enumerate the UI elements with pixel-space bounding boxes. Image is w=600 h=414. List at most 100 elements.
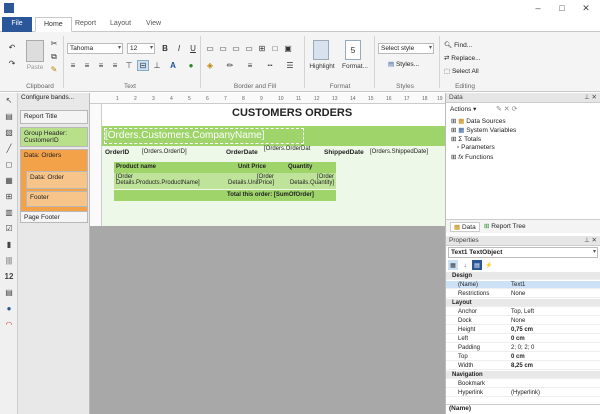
underline-button[interactable]: U <box>187 43 199 54</box>
justify-icon[interactable]: ≡ <box>109 60 121 71</box>
property-value[interactable]: 8,25 cm <box>511 362 597 370</box>
text-object-icon[interactable]: ▤ <box>3 111 15 123</box>
property-value[interactable]: None <box>511 317 597 325</box>
checkbox-icon[interactable]: ☑ <box>3 223 15 235</box>
barcode-icon[interactable]: ||| <box>3 255 15 267</box>
redo-icon[interactable]: ↷ <box>6 58 18 69</box>
valign-middle-icon[interactable]: ⊟ <box>137 60 149 71</box>
data-toolbar-icons[interactable]: ✎ ✕ ⟳ <box>496 105 518 113</box>
total-text[interactable]: Total this order: [SumOfOrder] <box>227 192 314 198</box>
property-category[interactable]: Design <box>446 272 600 280</box>
tab-layout[interactable]: Layout <box>102 17 139 32</box>
property-value[interactable]: Text1 <box>511 281 597 289</box>
cut-icon[interactable]: ✂ <box>48 38 60 49</box>
gauge-icon[interactable]: ◠ <box>3 319 15 331</box>
properties-icon[interactable]: ▤ <box>472 260 482 270</box>
col-quantity[interactable]: Quantity <box>288 164 312 170</box>
border-right-icon[interactable]: ▭ <box>243 43 255 54</box>
format-icon[interactable]: 5 <box>345 40 361 60</box>
unit-price-value[interactable]: [Order Details.UnitPrice] <box>224 174 274 186</box>
tree-parameters[interactable]: ▫ Parameters <box>457 144 495 151</box>
highlight-button[interactable]: Highlight <box>306 63 338 70</box>
align-center-icon[interactable]: ≡ <box>81 60 93 71</box>
replace-button[interactable]: ⇄ Replace... <box>444 54 481 62</box>
tab-file[interactable]: File <box>2 17 32 32</box>
styles-button[interactable]: ▤ Styles... <box>388 60 419 68</box>
orderdate-value[interactable]: [Orders.OrderDat <box>264 146 310 152</box>
property-row[interactable]: Bookmark <box>446 380 600 388</box>
valign-top-icon[interactable]: ⊤ <box>123 60 135 71</box>
band-group-header[interactable]: Group Header: CustomerID <box>20 127 88 147</box>
border-top-icon[interactable]: ▭ <box>204 43 216 54</box>
shippeddate-label[interactable]: ShippedDate <box>324 149 364 156</box>
band-report-title[interactable]: Report Title <box>20 110 88 124</box>
undo-icon[interactable]: ↶ <box>6 42 18 53</box>
border-style-icon[interactable]: ☰ <box>284 60 296 71</box>
property-value[interactable]: 0 cm <box>511 353 597 361</box>
line-width-icon[interactable]: ≡ <box>244 60 256 71</box>
pin-icon[interactable]: ⊥ ✕ <box>584 93 597 103</box>
band-page-footer[interactable]: Page Footer <box>20 211 88 223</box>
property-row[interactable]: Dock None <box>446 317 600 325</box>
shippeddate-value[interactable]: [Orders.ShippedDate] <box>370 149 428 155</box>
shape-icon[interactable]: ◻ <box>3 159 15 171</box>
border-bottom-icon[interactable]: ▭ <box>217 43 229 54</box>
highlight-icon[interactable] <box>313 40 329 60</box>
map-icon[interactable]: ● <box>3 303 15 315</box>
col-unit-price[interactable]: Unit Price <box>238 164 266 170</box>
align-left-icon[interactable]: ≡ <box>67 60 79 71</box>
align-right-icon[interactable]: ≡ <box>95 60 107 71</box>
fill-color-icon[interactable]: ◈ <box>204 60 216 71</box>
property-row[interactable]: Anchor Top, Left <box>446 308 600 316</box>
band-data-order[interactable]: Data: Order <box>26 171 88 189</box>
property-value[interactable]: Top, Left <box>511 308 597 316</box>
property-value[interactable]: 0,75 cm <box>511 326 597 334</box>
paste-button[interactable]: Paste <box>23 64 47 71</box>
property-row[interactable]: Hyperlink (Hyperlink) <box>446 389 600 397</box>
matrix-icon[interactable]: ▥ <box>3 207 15 219</box>
object-selector[interactable]: Text1 TextObject ▾ <box>448 247 598 258</box>
tree-totals[interactable]: ⊞ Σ Totals <box>451 135 481 143</box>
format-button[interactable]: Format... <box>339 63 371 70</box>
tab-view[interactable]: View <box>138 17 169 32</box>
tab-data[interactable]: ▦ Data <box>450 222 480 232</box>
tab-report[interactable]: Report <box>67 17 104 32</box>
picture-icon[interactable]: ▧ <box>3 127 15 139</box>
find-button[interactable]: 🔍︎ Find... <box>444 41 472 49</box>
property-row[interactable]: Left 0 cm <box>446 335 600 343</box>
subreport-icon[interactable]: ▦ <box>3 175 15 187</box>
rich-text-icon[interactable]: ▤ <box>3 287 15 299</box>
tab-report-tree[interactable]: ⊞ Report Tree <box>484 222 526 230</box>
company-name-text[interactable]: [Orders.Customers.CompanyName] <box>104 128 304 144</box>
report-title-text[interactable]: CUSTOMERS ORDERS <box>232 107 352 119</box>
band-footer[interactable]: Footer <box>26 191 88 207</box>
maximize-icon[interactable]: □ <box>552 2 572 14</box>
product-name-value[interactable]: [Order Details.Products.ProductName] <box>116 174 200 186</box>
events-icon[interactable]: ⚡ <box>484 260 494 270</box>
orderid-label[interactable]: OrderID <box>105 149 129 156</box>
property-category[interactable]: Navigation <box>446 371 600 379</box>
alphabetical-icon[interactable]: ↓ <box>460 260 470 270</box>
italic-button[interactable]: I <box>173 43 185 54</box>
configure-bands-button[interactable]: Configure bands... <box>21 94 74 101</box>
tree-data-sources[interactable]: ⊞ ▦ Data Sources <box>451 117 506 125</box>
font-color-icon[interactable]: A <box>167 60 179 71</box>
orderid-value[interactable]: [Orders.OrderID] <box>142 149 187 155</box>
font-size-combo[interactable]: 12 ▾ <box>127 43 155 54</box>
property-value[interactable]: 2; 0; 2; 0 <box>511 344 597 352</box>
line-style-icon[interactable]: ┅ <box>264 60 276 71</box>
border-left-icon[interactable]: ▭ <box>230 43 242 54</box>
property-row[interactable]: (Name) Text1 <box>446 281 600 289</box>
minimize-icon[interactable]: – <box>528 2 548 14</box>
tree-system-variables[interactable]: ⊞ ▦ System Variables <box>451 126 516 134</box>
actions-button[interactable]: Actions ▾ <box>450 105 476 113</box>
property-value[interactable]: None <box>511 290 597 298</box>
tree-functions[interactable]: ⊞ fx Functions <box>451 153 493 161</box>
design-surface[interactable]: CUSTOMERS ORDERS [Orders.Customers.Compa… <box>90 104 445 414</box>
categorized-icon[interactable]: ▦ <box>448 260 458 270</box>
line-icon[interactable]: ╱ <box>3 143 15 155</box>
orderdate-label[interactable]: OrderDate <box>226 149 258 156</box>
property-row[interactable]: Width 8,25 cm <box>446 362 600 370</box>
line-color-icon[interactable]: ✏ <box>224 60 236 71</box>
quantity-value[interactable]: [Order Details.Quantity] <box>276 174 334 186</box>
